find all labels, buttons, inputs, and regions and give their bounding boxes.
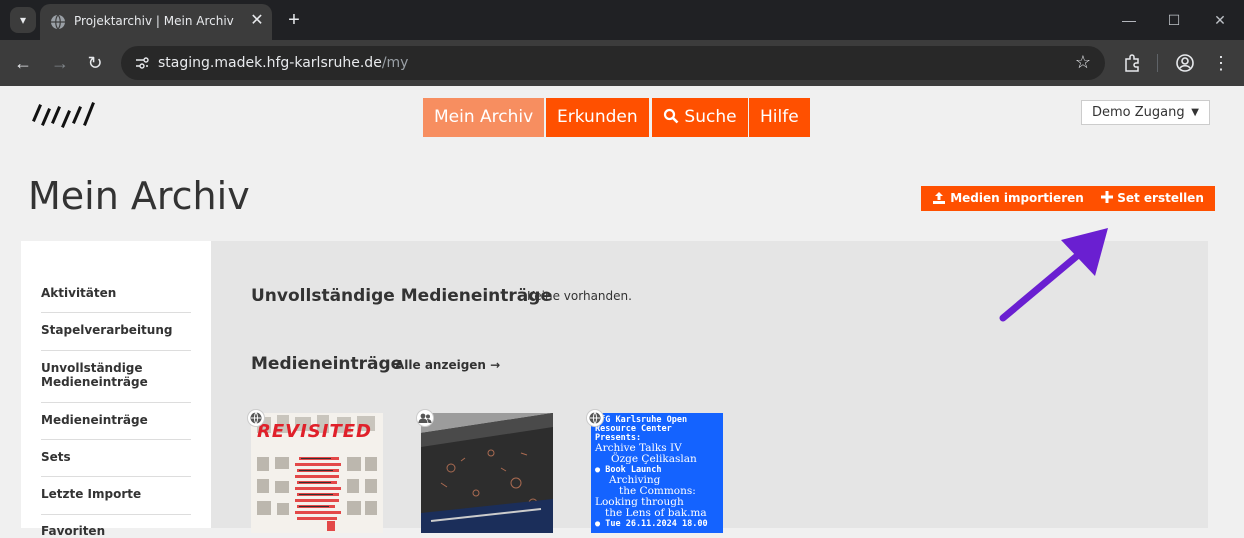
divider [41, 476, 191, 477]
browser-tab[interactable]: Projektarchiv | Mein Archiv ✕ [40, 4, 272, 40]
tab-search-icon[interactable]: ▾ [10, 7, 36, 33]
globe-icon [51, 14, 65, 30]
url-text: staging.madek.hfg-karlsruhe.de/my [158, 55, 408, 71]
poster-line: the Lens of bak.ma [605, 507, 707, 519]
browser-tab-bar: ▾ Projektarchiv | Mein Archiv ✕ + — ☐ ✕ [0, 0, 1244, 40]
photo-image [421, 413, 553, 533]
window-close-icon[interactable]: ✕ [1208, 8, 1232, 32]
upload-icon [933, 192, 945, 204]
madek-logo[interactable] [30, 100, 102, 128]
reload-icon[interactable]: ↻ [83, 51, 107, 75]
poster-line: Özge Çelikaslan [611, 453, 697, 465]
sidebar-item-letzte-importe[interactable]: Letzte Importe [41, 487, 191, 501]
url-path: /my [381, 55, 409, 71]
star-icon[interactable]: ☆ [1075, 52, 1091, 73]
chevron-down-icon: ▼ [1191, 107, 1199, 118]
sidebar-item-unvollstaendige[interactable]: Unvollständige Medieneinträge [41, 361, 191, 389]
media-thumbnail[interactable]: REVISITED [251, 413, 383, 533]
nav-suche[interactable]: Suche [652, 98, 748, 137]
address-bar[interactable]: staging.madek.hfg-karlsruhe.de/my ☆ [121, 46, 1105, 80]
divider [41, 402, 191, 403]
plus-icon[interactable]: + [282, 8, 306, 32]
group-icon [416, 409, 434, 427]
media-thumbnail[interactable] [421, 413, 553, 533]
close-icon[interactable]: ✕ [248, 12, 266, 30]
globe-icon [586, 409, 604, 427]
tab-title: Projektarchiv | Mein Archiv [74, 14, 234, 28]
page: Mein Archiv Erkunden Suche Hilfe Demo Zu… [0, 86, 1244, 538]
globe-icon [247, 409, 265, 427]
sidebar-item-stapelverarbeitung[interactable]: Stapelverarbeitung [41, 323, 191, 337]
divider [41, 514, 191, 515]
url-host: staging.madek.hfg-karlsruhe.de [158, 55, 382, 71]
sidebar-item-favoriten[interactable]: Favoriten [41, 524, 191, 538]
nav-suche-label: Suche [684, 107, 737, 127]
sidebar-item-sets[interactable]: Sets [41, 450, 191, 464]
show-all-link[interactable]: Alle anzeigen → [395, 358, 500, 372]
divider [41, 439, 191, 440]
nav-mein-archiv[interactable]: Mein Archiv [423, 98, 545, 137]
plus-icon [1101, 191, 1113, 203]
maximize-icon[interactable]: ☐ [1162, 8, 1186, 32]
menu-icon[interactable]: ⋮ [1209, 51, 1233, 75]
page-title: Mein Archiv [28, 174, 250, 218]
user-menu-dropdown[interactable]: Demo Zugang ▼ [1081, 100, 1210, 125]
nav-hilfe[interactable]: Hilfe [749, 98, 810, 137]
annotation-arrow [999, 228, 1108, 322]
incomplete-entries-title: Unvollständige Medieneinträge [251, 286, 552, 306]
divider [41, 312, 191, 313]
sidebar: Aktivitäten Stapelverarbeitung Unvollstä… [21, 241, 211, 538]
site-info-icon[interactable] [133, 54, 151, 72]
back-icon[interactable]: ← [11, 51, 35, 75]
nav-erkunden[interactable]: Erkunden [546, 98, 649, 137]
user-menu-label: Demo Zugang [1092, 105, 1185, 120]
extensions-icon[interactable] [1122, 53, 1142, 73]
media-thumbnail[interactable]: HfG Karlsruhe Open Resource Center Prese… [591, 413, 723, 533]
sidebar-item-aktivitaeten[interactable]: Aktivitäten [41, 286, 191, 300]
profile-icon[interactable] [1175, 53, 1195, 73]
sidebar-item-medieneintraege[interactable]: Medieneinträge [41, 413, 191, 427]
toolbar-divider [1157, 54, 1158, 72]
divider [41, 350, 191, 351]
browser-toolbar: ← → ↻ staging.madek.hfg-karlsruhe.de/my … [0, 40, 1244, 86]
import-media-label: Medien importieren [950, 191, 1084, 205]
media-entries-title: Medieneinträge [251, 354, 403, 374]
search-icon [663, 108, 679, 124]
incomplete-entries-note: Keine vorhanden. [527, 289, 632, 303]
poster-caption: REVISITED [257, 421, 372, 442]
import-media-button[interactable]: Medien importieren [921, 186, 1095, 211]
create-set-button[interactable]: Set erstellen [1090, 186, 1215, 211]
create-set-label: Set erstellen [1117, 191, 1204, 205]
minimize-icon[interactable]: — [1117, 8, 1141, 32]
forward-icon[interactable]: → [48, 51, 72, 75]
